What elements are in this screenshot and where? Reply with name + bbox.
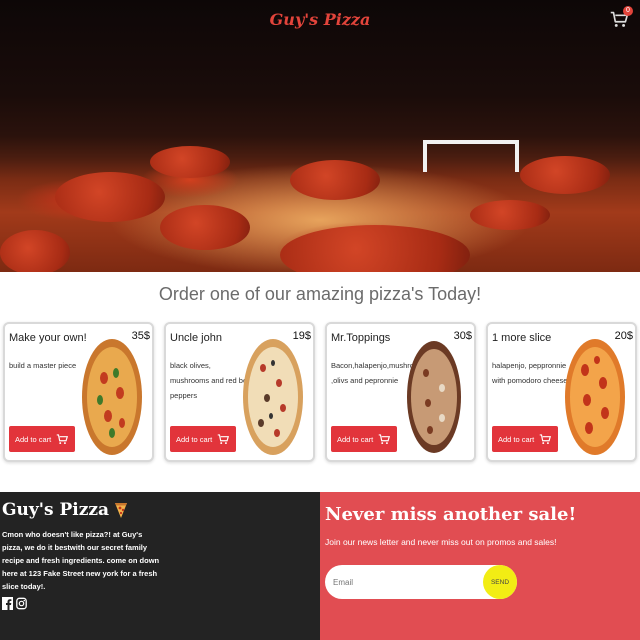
newsletter-section: Never miss another sale! Join our news l… — [320, 492, 640, 640]
facebook-icon[interactable] — [2, 597, 13, 610]
pizza-slice-icon — [115, 503, 128, 518]
hero-banner: Guy's Pizza 0 — [0, 0, 640, 272]
pepperoni-slice — [55, 172, 165, 222]
cart-icon — [218, 434, 230, 445]
pepperoni-slice — [470, 200, 550, 230]
add-to-cart-label: Add to cart — [498, 434, 535, 444]
footer: Guy's Pizza Cmon who doesn't like pizza?… — [0, 492, 640, 640]
brand-logo[interactable]: Guy's Pizza — [0, 10, 640, 29]
footer-about-section: Guy's Pizza Cmon who doesn't like pizza?… — [0, 492, 320, 640]
menu-heading: Order one of our amazing pizza's Today! — [158, 284, 482, 304]
menu-card: 1 more slice 20$ halapenjo, peppronnie w… — [486, 322, 637, 462]
pizza-description: black olives, mushrooms and red bell pep… — [170, 361, 251, 400]
menu-cards: Make your own! 35$ build a master piece … — [0, 322, 640, 462]
pizza-name: Make your own! — [9, 332, 87, 344]
footer-brand-name: Guy's Pizza — [2, 500, 110, 520]
footer-about-text: Cmon who doesn't like pizza?! at Guy's p… — [2, 530, 160, 591]
add-to-cart-button[interactable]: Add to cart — [331, 426, 398, 452]
pepperoni-slice — [160, 205, 250, 250]
newsletter-form: SEND — [325, 565, 517, 599]
add-to-cart-label: Add to cart — [337, 434, 374, 444]
pizza-name: 1 more slice — [492, 332, 552, 344]
pizza-description: build a master piece — [9, 361, 77, 370]
pepperoni-slice — [520, 156, 610, 194]
newsletter-subtitle: Join our news letter and never miss out … — [325, 537, 557, 547]
pizza-image — [82, 339, 142, 455]
pizza-description: Bacon,halapenjo,mushrooms ,olivs and pep… — [331, 361, 429, 385]
pepperoni-slice — [290, 160, 380, 200]
cart-count-badge: 0 — [623, 6, 633, 16]
add-to-cart-label: Add to cart — [15, 434, 52, 444]
cart-icon — [57, 434, 69, 445]
cart-icon — [379, 434, 391, 445]
send-button[interactable]: SEND — [483, 565, 517, 599]
menu-card: Uncle john 19$ black olives, mushrooms a… — [164, 322, 315, 462]
cart-button[interactable]: 0 — [608, 6, 633, 30]
add-to-cart-button[interactable]: Add to cart — [492, 426, 559, 452]
social-links — [2, 597, 318, 610]
add-to-cart-button[interactable]: Add to cart — [9, 426, 76, 452]
footer-brand: Guy's Pizza — [2, 500, 318, 520]
pizza-description: halapenjo, peppronnie with pomodoro chee… — [492, 361, 568, 385]
menu-card: Mr.Toppings 30$ Bacon,halapenjo,mushroom… — [325, 322, 476, 462]
cart-icon — [540, 434, 552, 445]
pizza-name: Mr.Toppings — [331, 332, 391, 344]
pizza-name: Uncle john — [170, 332, 222, 344]
pizza-image — [565, 339, 625, 455]
pizza-image — [407, 341, 461, 453]
menu-card: Make your own! 35$ build a master piece … — [3, 322, 154, 462]
pepperoni-slice — [150, 146, 230, 178]
pizza-stand — [423, 140, 519, 172]
pizza-image — [243, 339, 303, 455]
add-to-cart-button[interactable]: Add to cart — [170, 426, 237, 452]
newsletter-title: Never miss another sale! — [325, 504, 577, 525]
instagram-icon[interactable] — [16, 597, 27, 610]
add-to-cart-label: Add to cart — [176, 434, 213, 444]
pepperoni-slice — [0, 230, 70, 272]
